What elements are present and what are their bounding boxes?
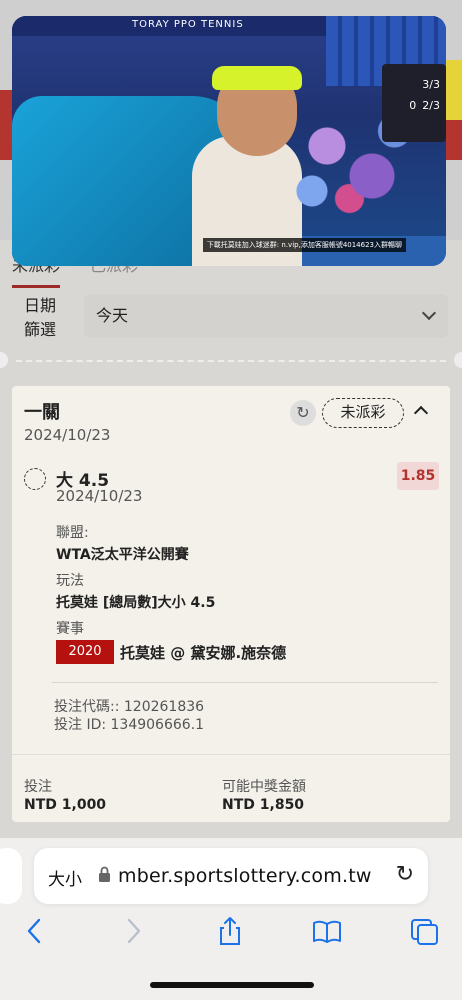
chevron-down-icon xyxy=(421,305,437,321)
league-field: 聯盟: WTA泛太平洋公開賽 xyxy=(56,522,189,564)
date-filter-label: 日期篩選 xyxy=(24,296,57,339)
ticket-date: 2024/10/23 xyxy=(24,426,111,444)
play-field: 玩法 托莫娃 [總局數]大小 4.5 xyxy=(56,570,215,612)
date-filter-select[interactable]: 今天 xyxy=(84,294,448,338)
league-value: WTA泛太平洋公開賽 xyxy=(56,547,189,563)
bet-code: 投注代碼:: 120261836 xyxy=(54,699,205,715)
payout-block: 可能中獎金額 NTD 1,850 xyxy=(222,776,306,813)
play-label: 玩法 xyxy=(56,573,84,589)
bet-id: 投注 ID: 134906666.1 xyxy=(54,717,205,733)
divider xyxy=(52,682,438,683)
date-filter: 日期篩選 今天 xyxy=(12,290,450,346)
bookmarks-icon[interactable] xyxy=(312,916,342,946)
event-year-badge: 2020 xyxy=(56,640,114,664)
payout-value: NTD 1,850 xyxy=(222,797,305,813)
text-size-button[interactable]: 大小 xyxy=(48,865,82,890)
ticket-notch-left xyxy=(0,352,8,368)
browser-toolbar xyxy=(0,916,462,956)
bet-status-indicator xyxy=(24,468,46,490)
ticket-notch-right xyxy=(454,352,462,368)
ticket-title: 一關 xyxy=(24,402,60,423)
back-icon[interactable] xyxy=(20,916,50,946)
video-caption: 下載托莫娃加入球迷群: n.vip,添加客服帳號4014623入群暢聊 xyxy=(202,238,406,252)
video-player[interactable]: TORAY PPO TENNIS 3/3 0 2/3 下載托莫娃加入球迷群: n.… xyxy=(12,16,446,266)
ticket-header: 一關 2024/10/23 xyxy=(24,398,110,444)
status-badge: 未派彩 xyxy=(322,398,404,428)
forward-icon[interactable] xyxy=(118,916,148,946)
chevron-up-icon[interactable] xyxy=(413,405,429,421)
dashed-line xyxy=(16,360,446,362)
share-icon[interactable] xyxy=(215,916,245,946)
league-label: 聯盟: xyxy=(56,525,89,541)
stake-label: 投注 xyxy=(24,779,52,795)
event-label: 賽事 xyxy=(56,621,84,637)
event-row: 2020 托莫娃 @ 黛安娜.施奈德 xyxy=(56,640,286,664)
event-name: 托莫娃 @ 黛安娜.施奈德 xyxy=(120,643,287,662)
odds-badge: 1.85 xyxy=(397,462,439,490)
divider xyxy=(12,754,450,755)
lock-icon xyxy=(99,866,110,882)
ticket-divider xyxy=(0,352,462,368)
previous-tab-peek[interactable] xyxy=(0,848,22,904)
date-filter-value: 今天 xyxy=(96,306,129,325)
stake-value: NTD 1,000 xyxy=(24,797,107,813)
reload-icon[interactable]: ↻ xyxy=(396,862,414,887)
browser-chrome: 大小 mber.sportslottery.com.tw ↻ xyxy=(0,838,462,1000)
score-set-1: 3/3 xyxy=(422,78,440,91)
score-set-2-right: 2/3 xyxy=(422,99,440,112)
score-set-2-left: 0 xyxy=(409,99,417,112)
payout-label: 可能中獎金額 xyxy=(222,779,306,795)
bet-codes: 投注代碼:: 120261836 投注 ID: 134906666.1 xyxy=(54,698,204,734)
tabs-icon[interactable] xyxy=(410,916,440,946)
url-text[interactable]: mber.sportslottery.com.tw xyxy=(118,865,372,887)
address-bar[interactable]: 大小 mber.sportslottery.com.tw ↻ xyxy=(34,848,428,904)
bet-ticket-card: 一關 2024/10/23 ↻ 未派彩 大 4.5 2024/10/23 1.8… xyxy=(12,386,450,822)
bet-date: 2024/10/23 xyxy=(56,487,143,505)
event-field: 賽事 2020 托莫娃 @ 黛安娜.施奈德 xyxy=(56,618,286,664)
scoreboard: 3/3 0 2/3 xyxy=(382,64,446,142)
refresh-icon[interactable]: ↻ xyxy=(290,400,316,426)
stake-block: 投注 NTD 1,000 xyxy=(24,776,106,813)
home-indicator[interactable] xyxy=(150,982,314,988)
play-value: 托莫娃 [總局數]大小 4.5 xyxy=(56,595,216,611)
